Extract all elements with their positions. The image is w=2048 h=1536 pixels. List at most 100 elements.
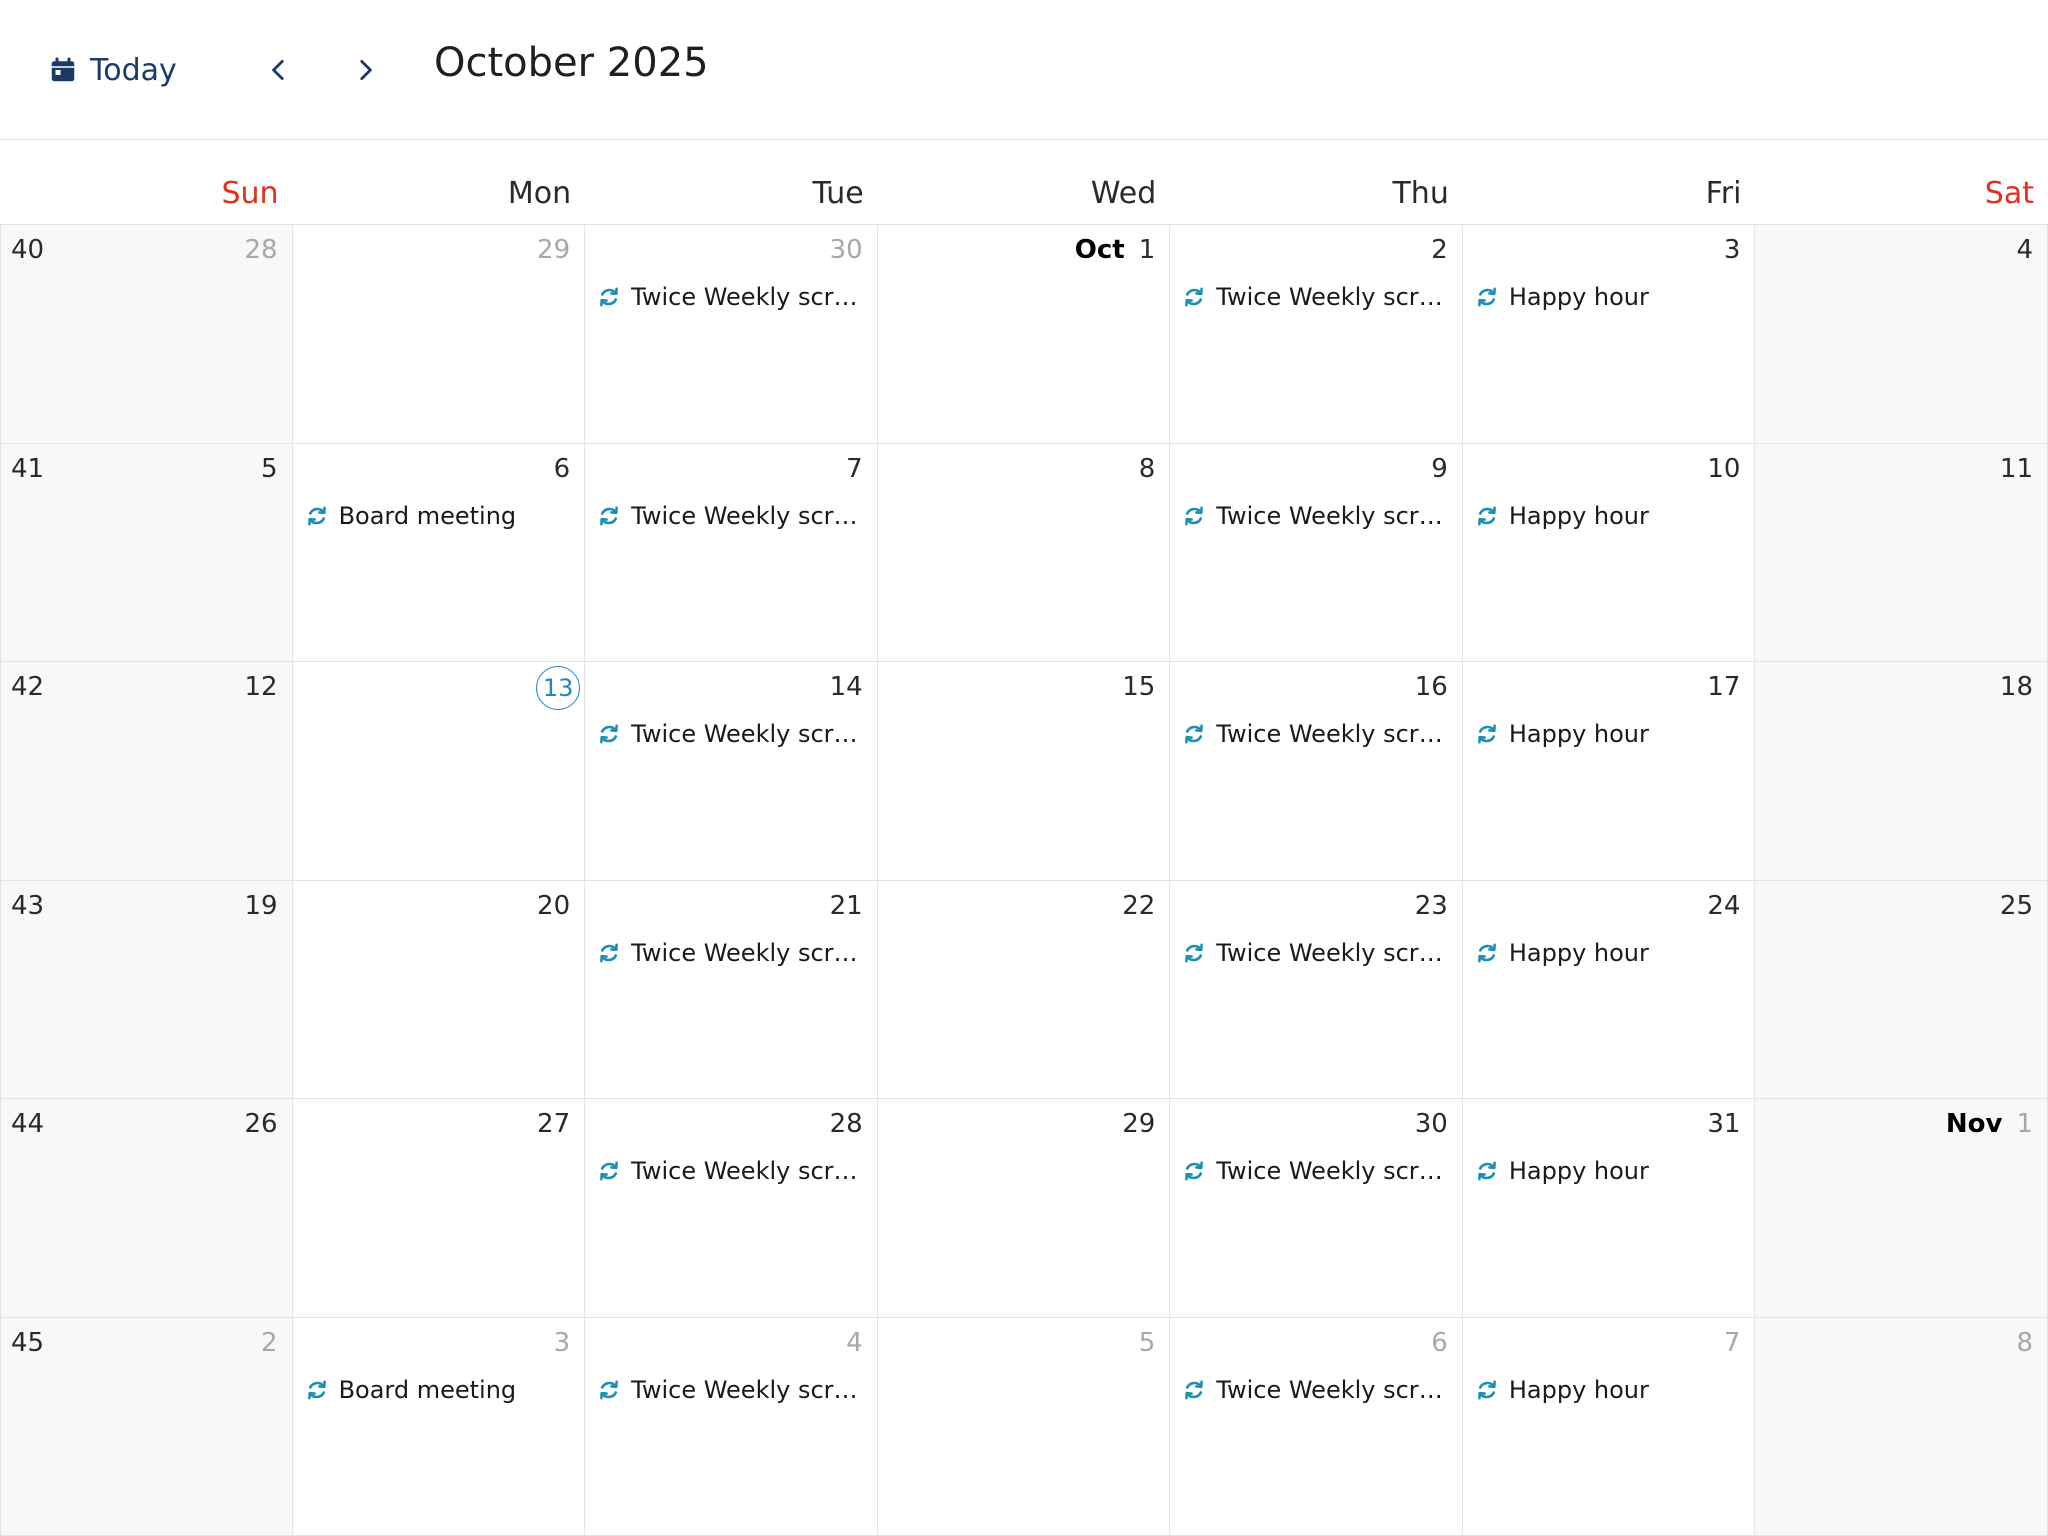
day-cell[interactable]: 4 Twice Weekly scrum <box>585 1317 878 1536</box>
day-cell[interactable]: 5 <box>877 1317 1171 1536</box>
day-number[interactable]: 2 <box>1431 235 1448 265</box>
day-number[interactable]: 30 <box>1415 1109 1448 1139</box>
day-number[interactable]: 31 <box>1707 1109 1740 1139</box>
day-cell[interactable]: 41 5 <box>0 443 293 662</box>
day-number[interactable]: 3 <box>1724 235 1741 265</box>
day-number[interactable]: 3 <box>554 1328 571 1358</box>
day-cell[interactable]: 2 Twice Weekly scrum <box>1170 225 1463 444</box>
day-number[interactable]: 8 <box>2016 1328 2033 1358</box>
day-cell[interactable]: 8 <box>877 443 1171 662</box>
day-cell[interactable]: 45 2 <box>0 1317 293 1536</box>
calendar-event[interactable]: Twice Weekly scrum <box>1182 935 1452 971</box>
calendar-event[interactable]: Board meeting <box>305 1372 575 1408</box>
day-number[interactable]: 24 <box>1707 891 1740 921</box>
day-cell[interactable]: 43 19 <box>0 880 293 1099</box>
calendar-event[interactable]: Twice Weekly scrum <box>597 935 867 971</box>
day-number[interactable]: 19 <box>244 891 277 921</box>
day-cell[interactable]: 10 Happy hour <box>1462 443 1756 662</box>
calendar-event[interactable]: Happy hour <box>1475 935 1745 971</box>
next-month-button[interactable] <box>343 48 387 92</box>
day-cell[interactable]: 11 <box>1755 443 2048 662</box>
day-cell[interactable]: 27 <box>292 1099 586 1318</box>
day-cell[interactable]: Oct 1 <box>877 225 1171 444</box>
day-cell[interactable]: 23 Twice Weekly scrum <box>1170 880 1463 1099</box>
day-number[interactable]: 12 <box>244 672 277 702</box>
calendar-event[interactable]: Twice Weekly scrum <box>1182 1153 1452 1189</box>
day-number[interactable]: 29 <box>1122 1109 1155 1139</box>
day-cell[interactable]: 30 Twice Weekly scrum <box>585 225 878 444</box>
day-cell[interactable]: 42 12 <box>0 662 293 881</box>
day-cell[interactable]: 22 <box>877 880 1171 1099</box>
day-cell[interactable]: 3 Happy hour <box>1462 225 1756 444</box>
calendar-event[interactable]: Board meeting <box>305 498 575 534</box>
day-cell[interactable]: 40 28 <box>0 225 293 444</box>
today-button[interactable]: Today <box>48 44 177 96</box>
day-number[interactable]: 20 <box>537 891 570 921</box>
day-cell[interactable]: 7 Twice Weekly scrum <box>585 443 878 662</box>
day-number[interactable]: 4 <box>846 1328 863 1358</box>
day-number[interactable]: 15 <box>1122 672 1155 702</box>
previous-month-button[interactable] <box>257 48 301 92</box>
calendar-event[interactable]: Happy hour <box>1475 279 1745 315</box>
day-number[interactable]: 9 <box>1431 454 1448 484</box>
day-cell[interactable]: 29 <box>292 225 586 444</box>
day-number[interactable]: 18 <box>2000 672 2033 702</box>
day-cell[interactable]: 30 Twice Weekly scrum <box>1170 1099 1463 1318</box>
day-number[interactable]: 6 <box>1431 1328 1448 1358</box>
day-cell[interactable]: 44 26 <box>0 1099 293 1318</box>
day-number[interactable]: 28 <box>244 235 277 265</box>
day-cell[interactable]: 13 <box>292 662 586 881</box>
day-number[interactable]: 11 <box>2000 454 2033 484</box>
day-cell[interactable]: 20 <box>292 880 586 1099</box>
day-cell[interactable]: 29 <box>877 1099 1171 1318</box>
day-cell[interactable]: 15 <box>877 662 1171 881</box>
calendar-event[interactable]: Twice Weekly scrum <box>1182 279 1452 315</box>
day-cell[interactable]: 9 Twice Weekly scrum <box>1170 443 1463 662</box>
day-number[interactable]: 21 <box>830 891 863 921</box>
day-number[interactable]: 7 <box>846 454 863 484</box>
day-cell[interactable]: 14 Twice Weekly scrum <box>585 662 878 881</box>
day-cell[interactable]: 25 <box>1755 880 2048 1099</box>
day-cell[interactable]: 28 Twice Weekly scrum <box>585 1099 878 1318</box>
day-number[interactable]: 27 <box>537 1109 570 1139</box>
calendar-event[interactable]: Twice Weekly scrum <box>597 1372 867 1408</box>
day-cell[interactable]: Nov 1 <box>1755 1099 2048 1318</box>
day-number[interactable]: 4 <box>2016 235 2033 265</box>
day-number[interactable]: 28 <box>830 1109 863 1139</box>
day-cell[interactable]: 6 Twice Weekly scrum <box>1170 1317 1463 1536</box>
calendar-event[interactable]: Twice Weekly scrum <box>1182 716 1452 752</box>
calendar-event[interactable]: Twice Weekly scrum <box>597 279 867 315</box>
calendar-event[interactable]: Twice Weekly scrum <box>597 716 867 752</box>
calendar-event[interactable]: Happy hour <box>1475 716 1745 752</box>
day-cell[interactable]: 31 Happy hour <box>1462 1099 1756 1318</box>
day-number[interactable]: 30 <box>830 235 863 265</box>
calendar-event[interactable]: Twice Weekly scrum <box>597 498 867 534</box>
today-day-number[interactable]: 13 <box>536 666 581 710</box>
day-number[interactable]: 25 <box>2000 891 2033 921</box>
day-number[interactable]: Oct 1 <box>1075 235 1156 265</box>
day-cell[interactable]: 16 Twice Weekly scrum <box>1170 662 1463 881</box>
day-cell[interactable]: 3 Board meeting <box>292 1317 586 1536</box>
day-cell[interactable]: 7 Happy hour <box>1462 1317 1756 1536</box>
day-number[interactable]: 26 <box>244 1109 277 1139</box>
day-cell[interactable]: 18 <box>1755 662 2048 881</box>
day-number[interactable]: 14 <box>830 672 863 702</box>
day-number[interactable]: 6 <box>554 454 571 484</box>
calendar-event[interactable]: Twice Weekly scrum <box>1182 1372 1452 1408</box>
day-cell[interactable]: 21 Twice Weekly scrum <box>585 880 878 1099</box>
day-number[interactable]: 23 <box>1415 891 1448 921</box>
calendar-event[interactable]: Twice Weekly scrum <box>1182 498 1452 534</box>
day-number[interactable]: 10 <box>1707 454 1740 484</box>
day-number[interactable]: 16 <box>1415 672 1448 702</box>
day-number[interactable]: 2 <box>261 1328 278 1358</box>
day-cell[interactable]: 8 <box>1755 1317 2048 1536</box>
day-number[interactable]: 29 <box>537 235 570 265</box>
day-cell[interactable]: 24 Happy hour <box>1462 880 1756 1099</box>
calendar-event[interactable]: Twice Weekly scrum <box>597 1153 867 1189</box>
day-cell[interactable]: 4 <box>1755 225 2048 444</box>
calendar-event[interactable]: Happy hour <box>1475 1153 1745 1189</box>
day-cell[interactable]: 17 Happy hour <box>1462 662 1756 881</box>
day-number[interactable]: 22 <box>1122 891 1155 921</box>
day-number[interactable]: 8 <box>1139 454 1156 484</box>
day-number[interactable]: Nov 1 <box>1946 1109 2033 1139</box>
